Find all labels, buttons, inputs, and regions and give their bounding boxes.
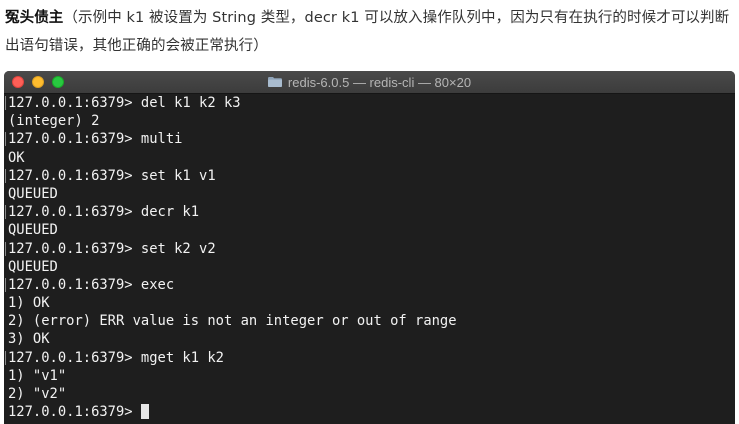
description: 冤头债主（示例中 k1 被设置为 String 类型，decr k1 可以放入操… bbox=[5, 4, 735, 60]
text-cursor bbox=[140, 404, 149, 420]
terminal-output-line: 2) (error) ERR value is not an integer o… bbox=[8, 313, 457, 330]
terminal-command-line: 127.0.0.1:6379> exec bbox=[4, 276, 735, 294]
folder-icon bbox=[267, 77, 282, 87]
description-text: （示例中 k1 被设置为 String 类型，decr k1 可以放入操作队列中… bbox=[5, 10, 730, 54]
terminal-output-line: 1) OK bbox=[8, 295, 50, 312]
terminal-command-line: 127.0.0.1:6379> set k2 v2 bbox=[4, 240, 735, 258]
terminal-command-line: 127.0.0.1:6379> mget k1 k2 bbox=[4, 349, 735, 367]
terminal-command-line: 127.0.0.1:6379> multi bbox=[4, 130, 735, 148]
terminal-output-line: (integer) 2 bbox=[8, 113, 100, 130]
terminal-command-line: 127.0.0.1:6379> decr k1 bbox=[4, 203, 735, 221]
terminal-output-line: QUEUED bbox=[8, 258, 58, 275]
terminal-command-line: 127.0.0.1:6379> set k1 v1 bbox=[4, 167, 735, 185]
terminal-output-line: 1) "v1" bbox=[8, 367, 67, 384]
terminal-output-line: QUEUED bbox=[8, 185, 58, 202]
terminal-output[interactable]: 127.0.0.1:6379> del k1 k2 k3 (integer) 21… bbox=[4, 94, 735, 424]
description-lead: 冤头债主 bbox=[5, 10, 64, 26]
window-title: redis-6.0.5 — redis-cli — 80×20 bbox=[4, 71, 735, 93]
terminal-output-line: 2) "v2" bbox=[8, 386, 67, 402]
window-title-text: redis-6.0.5 — redis-cli — 80×20 bbox=[287, 74, 472, 90]
terminal-output-line: 3) OK bbox=[8, 331, 50, 348]
terminal-window[interactable]: redis-6.0.5 — redis-cli — 80×20 127.0.0.… bbox=[4, 71, 735, 424]
title-bar[interactable]: redis-6.0.5 — redis-cli — 80×20 bbox=[4, 71, 735, 94]
terminal-command-line: 127.0.0.1:6379> del k1 k2 k3 bbox=[4, 94, 735, 112]
terminal-output-line: OK bbox=[8, 149, 25, 166]
terminal-prompt: 127.0.0.1:6379> bbox=[8, 404, 141, 421]
terminal-input-line[interactable]: 127.0.0.1:6379> bbox=[4, 403, 735, 421]
terminal-output-line: QUEUED bbox=[8, 222, 58, 239]
